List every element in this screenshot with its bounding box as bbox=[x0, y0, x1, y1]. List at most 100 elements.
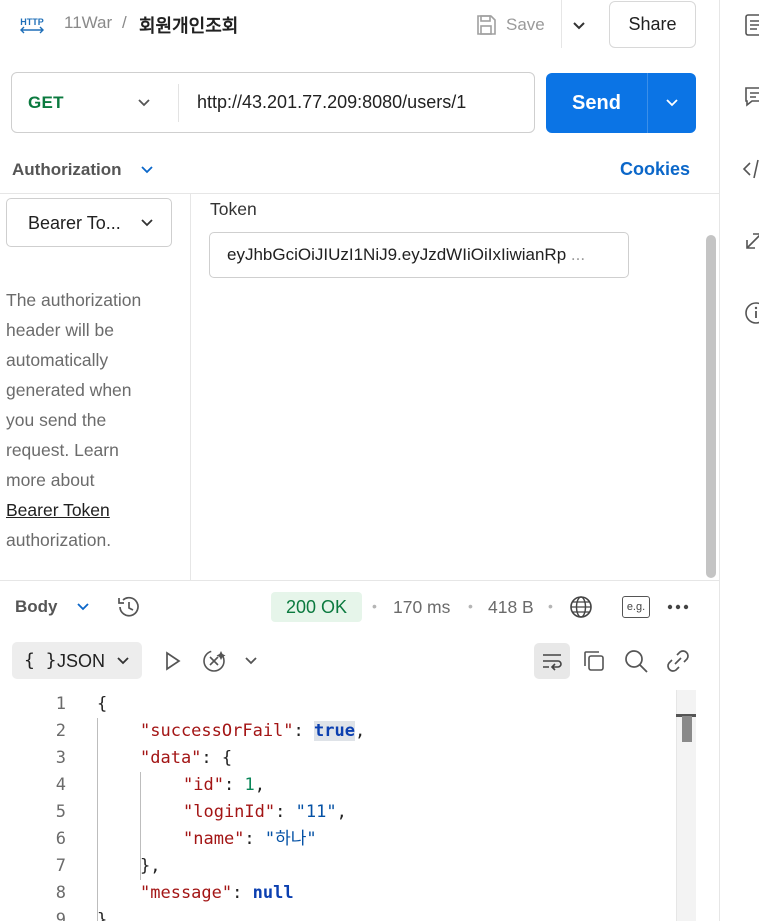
response-body-editor[interactable]: 1{2 "successOrFail": true, 3 "data": {4 "id"… bbox=[0, 690, 676, 921]
example-icon[interactable]: e.g. bbox=[622, 596, 650, 618]
code-content: "id": 1, bbox=[183, 772, 265, 799]
indent-guide bbox=[97, 718, 98, 921]
wrap-lines-icon[interactable] bbox=[534, 643, 570, 679]
code-token: null bbox=[252, 883, 294, 903]
url-input[interactable]: http://43.201.77.209:8080/users/1 bbox=[197, 92, 466, 113]
auth-column-divider bbox=[190, 193, 191, 580]
code-token: } bbox=[97, 910, 108, 921]
code-content: "name": "하나" bbox=[183, 826, 317, 853]
code-token: "successOrFail" bbox=[140, 721, 294, 741]
line-number: 4 bbox=[55, 775, 66, 795]
svg-text:HTTP: HTTP bbox=[20, 17, 44, 27]
request-title[interactable]: 회원개인조회 bbox=[139, 12, 238, 38]
code-token: , bbox=[254, 775, 265, 795]
code-icon[interactable] bbox=[741, 156, 759, 182]
play-icon[interactable] bbox=[160, 649, 184, 673]
format-select[interactable]: { } JSON bbox=[12, 642, 142, 679]
separator-dot: • bbox=[372, 598, 377, 614]
chevron-down-icon bbox=[573, 22, 585, 30]
code-token: : bbox=[232, 883, 253, 903]
code-token: "11" bbox=[295, 802, 337, 822]
comments-icon[interactable] bbox=[743, 84, 759, 110]
send-button[interactable]: Send bbox=[546, 73, 647, 133]
code-token: , bbox=[336, 802, 347, 822]
indent-guide bbox=[140, 772, 141, 880]
code-line: 7}, bbox=[0, 853, 676, 880]
code-token: { bbox=[97, 694, 108, 714]
breadcrumb-parent[interactable]: 11War bbox=[64, 13, 112, 33]
save-divider bbox=[561, 0, 562, 48]
code-content: } bbox=[97, 907, 107, 921]
code-token: : bbox=[244, 829, 265, 849]
code-content: }, bbox=[140, 853, 160, 880]
line-number: 3 bbox=[55, 748, 66, 768]
code-token: }, bbox=[140, 856, 161, 876]
documentation-icon[interactable] bbox=[743, 12, 759, 38]
line-number: 1 bbox=[55, 694, 66, 714]
code-token: "id" bbox=[183, 775, 224, 795]
code-line: 5 "loginId": "11", bbox=[0, 799, 676, 826]
code-content: "loginId": "11", bbox=[183, 799, 347, 826]
code-token: "loginId" bbox=[183, 802, 276, 822]
token-value: eyJhbGciOiJIUzI1NiJ9.eyJzdWIiOiIxIiwianR… bbox=[227, 245, 567, 264]
code-token: 1 bbox=[244, 775, 255, 795]
code-token: : bbox=[293, 721, 315, 741]
code-content: "successOrFail": true, bbox=[140, 718, 365, 745]
right-rail-divider bbox=[719, 0, 720, 921]
method-select[interactable]: GET bbox=[28, 93, 64, 113]
status-badge[interactable]: 200 OK bbox=[271, 592, 362, 622]
separator-dot: • bbox=[548, 598, 553, 614]
save-button[interactable]: Save bbox=[474, 9, 545, 41]
authorization-chevron-icon[interactable] bbox=[138, 161, 156, 179]
url-divider bbox=[178, 84, 179, 122]
code-line: 8 "message": null bbox=[0, 880, 676, 907]
code-line: 9} bbox=[0, 907, 676, 921]
auth-top-divider bbox=[0, 193, 719, 194]
auth-type-value: Bearer To... bbox=[28, 213, 121, 233]
save-label: Save bbox=[506, 15, 545, 34]
token-ellipsis: ... bbox=[570, 245, 586, 264]
body-chevron-icon[interactable] bbox=[74, 598, 92, 616]
request-pane-scrollbar[interactable] bbox=[706, 235, 716, 578]
line-number: 5 bbox=[55, 802, 66, 822]
authorization-tab[interactable]: Authorization bbox=[12, 160, 122, 180]
code-line: 1{ bbox=[0, 691, 676, 718]
code-line: 6 "name": "하나" bbox=[0, 826, 676, 853]
code-token: : { bbox=[201, 748, 233, 768]
code-token: : bbox=[223, 775, 245, 795]
link-icon[interactable] bbox=[664, 647, 692, 675]
editor-scrollbar-thumb[interactable] bbox=[682, 716, 692, 742]
more-icon[interactable] bbox=[666, 598, 690, 616]
visualize-icon[interactable] bbox=[200, 647, 228, 675]
related-icon[interactable] bbox=[743, 228, 759, 254]
response-time[interactable]: 170 ms bbox=[393, 597, 450, 618]
code-line: 3 "data": { bbox=[0, 745, 676, 772]
code-token: "name" bbox=[183, 829, 245, 849]
response-size[interactable]: 418 B bbox=[488, 597, 534, 618]
method-chevron-icon[interactable] bbox=[135, 94, 153, 112]
code-content: "data": { bbox=[140, 745, 232, 772]
chevron-down-icon bbox=[666, 99, 678, 107]
bearer-token-link[interactable]: Bearer Token bbox=[6, 500, 110, 520]
save-options-button[interactable] bbox=[563, 10, 595, 40]
code-token: , bbox=[354, 721, 366, 741]
response-body-tab[interactable]: Body bbox=[15, 597, 58, 617]
copy-icon[interactable] bbox=[581, 648, 607, 674]
send-button-group: Send bbox=[546, 73, 696, 133]
info-icon[interactable] bbox=[743, 300, 759, 326]
cookies-link[interactable]: Cookies bbox=[620, 159, 690, 180]
auth-type-select[interactable]: Bearer To... bbox=[6, 198, 172, 247]
line-number: 7 bbox=[55, 856, 66, 876]
globe-icon[interactable] bbox=[568, 594, 594, 620]
code-content: { bbox=[97, 691, 107, 718]
code-token: true bbox=[314, 721, 355, 741]
send-options-button[interactable] bbox=[648, 73, 696, 133]
token-input[interactable]: eyJhbGciOiJIUzI1NiJ9.eyJzdWIiOiIxIiwianR… bbox=[209, 232, 629, 278]
save-icon bbox=[474, 13, 498, 37]
share-button[interactable]: Share bbox=[609, 1, 696, 48]
history-icon[interactable] bbox=[116, 594, 142, 620]
code-token: "data" bbox=[140, 748, 202, 768]
search-icon[interactable] bbox=[622, 647, 650, 675]
breadcrumb-separator: / bbox=[122, 13, 127, 32]
visualize-chevron-icon[interactable] bbox=[242, 652, 260, 670]
